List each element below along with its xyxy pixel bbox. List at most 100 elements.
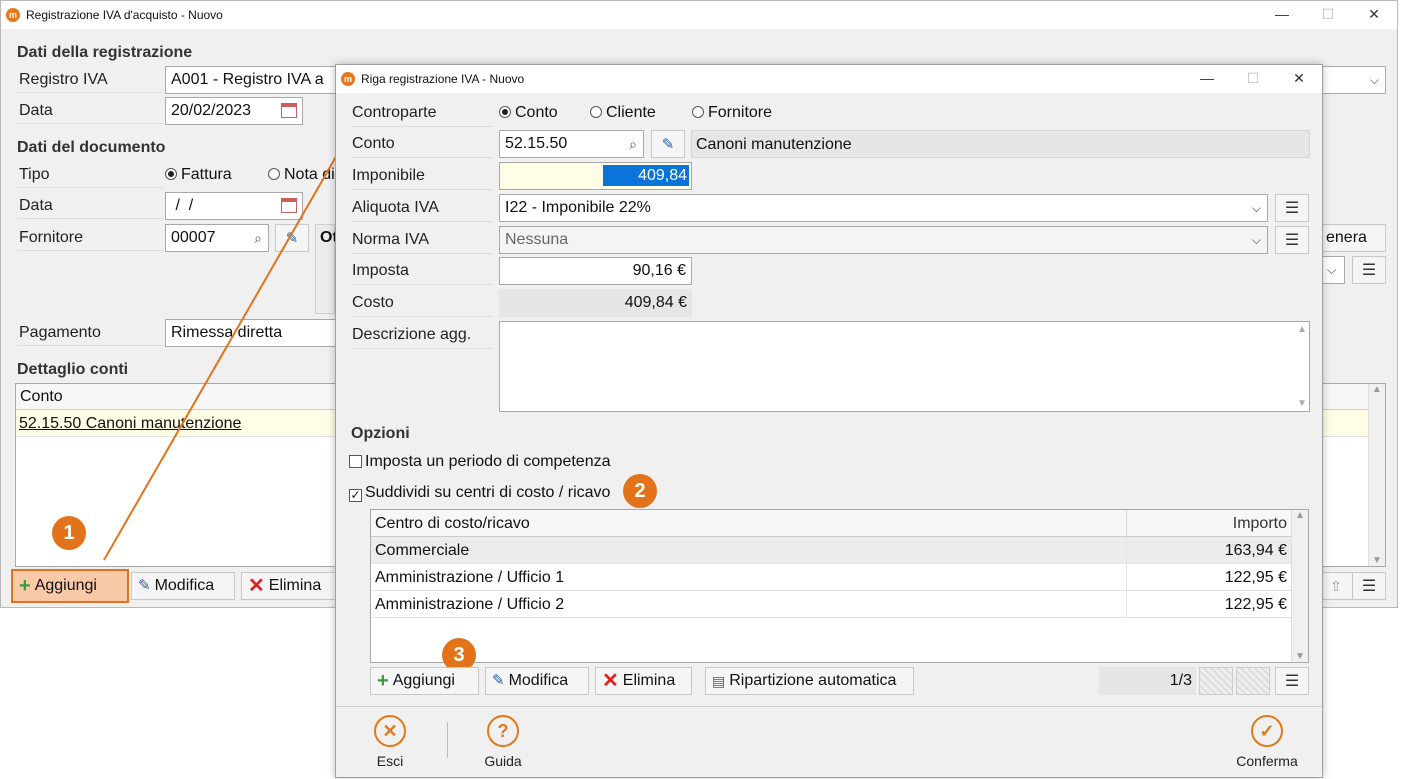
scrollbar[interactable]: ▲ ▼ [1291,510,1308,662]
close-icon[interactable]: ✕ [1276,65,1322,93]
guida-button[interactable]: ? Guida [482,715,524,769]
add-label: Aggiungi [392,672,455,689]
app-logo-icon: m [341,72,355,86]
radio-checked-icon [499,106,511,118]
prev-page-button[interactable] [1199,667,1233,695]
opzioni-title: Opzioni [351,425,410,442]
conto-value: 52.15.50 [505,135,568,152]
periodo-label: Imposta un periodo di competenza [365,453,611,470]
aliquota-value: I22 - Imponibile 22% [505,199,651,216]
delete-button[interactable]: ✕ Elimina [595,667,692,695]
dialog-title: Riga registrazione IVA - Nuovo [361,72,525,86]
add-button[interactable]: + Aggiungi [370,667,479,695]
radio-icon [590,106,602,118]
chevron-down-icon: ⌵ [1251,233,1261,247]
scroll-up-icon[interactable]: ▲ [1292,510,1308,521]
opt-fornitore-label: Fornitore [708,104,773,121]
dialog-titlebar: m Riga registrazione IVA - Nuovo — ☐ ✕ [336,65,1322,93]
opt-fornitore-radio[interactable]: Fornitore [692,104,772,122]
chevron-down-icon: ⌵ [1251,201,1261,215]
checkbox-icon [349,455,362,468]
table-row[interactable]: Amministrazione / Ufficio 2 122,95 € [371,591,1292,618]
imposta-field[interactable]: 90,16 € [499,257,692,285]
list-icon: ☰ [1284,673,1300,690]
descr-textarea[interactable]: ▲ ▼ [499,321,1310,412]
grid-header: Centro di costo/ricavo Importo [371,510,1292,537]
conto-edit-button[interactable]: ✎ [651,130,685,158]
descr-label: Descrizione agg. [352,321,492,349]
checkbox-checked-icon: ✓ [349,488,362,502]
guida-label: Guida [484,753,522,769]
close-circle-icon: ✕ [374,715,406,747]
importo-cell: 163,94 € [1224,542,1287,559]
pager: 1/3 [1099,667,1196,695]
centri-rows: Commerciale 163,94 € Amministrazione / Uff… [371,537,1308,618]
imposta-value: 90,16 € [632,262,686,279]
col-importo-header: Importo [1232,515,1287,532]
centri-checkbox[interactable]: ✓ Suddividi su centri di costo / ricavo [349,484,610,502]
next-page-button[interactable] [1236,667,1270,695]
list-icon: ☰ [1284,200,1300,217]
ripartizione-label: Ripartizione automatica [729,672,897,689]
footer-separator [447,722,448,758]
edit-label: Modifica [508,672,569,689]
scroll-down-icon[interactable]: ▼ [1297,398,1307,409]
callout-badge-1: 1 [52,516,86,550]
norma-value: Nessuna [505,231,569,248]
imponibile-value: 409,84 [603,165,689,186]
controparte-label: Controparte [352,99,492,127]
help-icon: ? [487,715,519,747]
norma-label: Norma IVA [352,226,492,254]
periodo-checkbox[interactable]: Imposta un periodo di competenza [349,453,610,471]
norma-list-button[interactable]: ☰ [1275,226,1309,254]
conferma-button[interactable]: ✓ Conferma [1232,715,1302,769]
opt-conto-radio[interactable]: Conto [499,104,558,122]
importo-cell: 122,95 € [1224,569,1287,586]
opt-conto-label: Conto [515,104,558,121]
delete-label: Elimina [622,672,676,689]
radio-icon [692,106,704,118]
aliquota-list-button[interactable]: ☰ [1275,194,1309,222]
costo-value: 409,84 € [499,289,692,317]
check-circle-icon: ✓ [1251,715,1283,747]
footer-divider [336,706,1322,707]
delete-x-icon: ✕ [602,670,619,692]
opt-cliente-label: Cliente [606,104,656,121]
imponibile-field[interactable]: 409,84 [499,162,692,190]
centro-cell: Commerciale [371,537,1127,563]
conto-description: Canoni manutenzione [691,130,1310,158]
col-centro-header: Centro di costo/ricavo [371,510,1127,536]
table-row[interactable]: Amministrazione / Ufficio 1 122,95 € [371,564,1292,591]
costo-label: Costo [352,289,492,317]
esci-button[interactable]: ✕ Esci [372,715,408,769]
dialog-window: m Riga registrazione IVA - Nuovo — ☐ ✕ C… [335,64,1323,778]
ripartizione-button[interactable]: ▤ Ripartizione automatica [705,667,914,695]
centro-cell: Amministrazione / Ufficio 2 [371,591,1127,617]
table-row[interactable]: Commerciale 163,94 € [371,537,1292,564]
plus-icon: + [377,670,389,692]
edit-button[interactable]: ✎ Modifica [485,667,589,695]
scroll-down-icon[interactable]: ▼ [1292,651,1308,662]
esci-label: Esci [376,753,404,769]
centri-label: Suddividi su centri di costo / ricavo [365,484,611,501]
grid-menu-button[interactable]: ☰ [1275,667,1309,695]
search-icon[interactable]: ⌕ [629,131,637,157]
centri-grid[interactable]: Centro di costo/ricavo Importo Commercia… [370,509,1309,663]
conferma-label: Conferma [1236,753,1298,769]
callout-badge-2: 2 [623,474,657,508]
imponibile-label: Imponibile [352,162,492,190]
opt-cliente-radio[interactable]: Cliente [590,104,656,122]
maximize-icon[interactable]: ☐ [1230,65,1276,93]
norma-select[interactable]: Nessuna ⌵ [499,226,1268,254]
imposta-label: Imposta [352,257,492,285]
centro-cell: Amministrazione / Ufficio 1 [371,564,1127,590]
aliquota-label: Aliquota IVA [352,194,492,222]
edit-icon: ✎ [492,672,505,689]
scroll-up-icon[interactable]: ▲ [1297,324,1307,335]
list-icon: ☰ [1284,232,1300,249]
conto-label: Conto [352,130,492,158]
minimize-icon[interactable]: — [1184,65,1230,93]
edit-icon: ✎ [661,136,675,153]
aliquota-select[interactable]: I22 - Imponibile 22% ⌵ [499,194,1268,222]
conto-field[interactable]: 52.15.50 ⌕ [499,130,644,158]
